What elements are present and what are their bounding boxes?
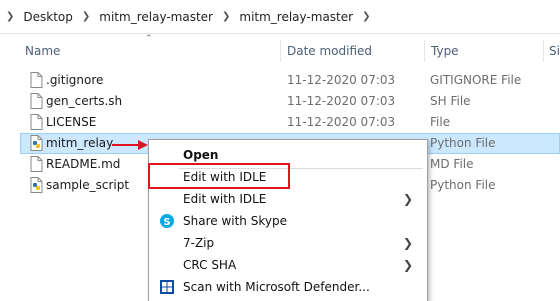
python-file-icon (30, 135, 43, 151)
breadcrumb: ❯ Desktop ❯ mitm_relay-master ❯ mitm_rel… (0, 0, 560, 34)
menu-item-crc-sha[interactable]: CRC SHA ❯ (149, 254, 427, 276)
menu-item-label: Edit with IDLE (183, 192, 267, 206)
chevron-right-icon: ❯ (402, 192, 413, 206)
file-name: README.md (46, 157, 121, 171)
skype-icon: S (160, 214, 174, 228)
file-type: File (430, 115, 451, 129)
menu-item-7zip[interactable]: 7-Zip ❯ (149, 232, 427, 254)
chevron-right-icon: ❯ (402, 236, 413, 250)
red-arrow-annotation (112, 140, 148, 150)
sort-ascending-icon: ⌃ (145, 34, 153, 44)
file-type: Python File (430, 178, 496, 192)
column-header-name[interactable]: Name (25, 40, 60, 62)
column-header-type[interactable]: Type (431, 40, 459, 62)
python-file-icon (30, 177, 43, 193)
file-name: sample_script (46, 178, 130, 192)
menu-item-share-skype[interactable]: S Share with Skype (149, 210, 427, 232)
chevron-right-icon[interactable]: ❯ (82, 11, 90, 22)
column-header-size[interactable]: Si (549, 40, 560, 62)
file-date: 11-12-2020 07:03 (287, 94, 396, 108)
file-row[interactable]: .gitignore 11-12-2020 07:03 GITIGNORE Fi… (20, 70, 560, 91)
file-date: 11-12-2020 07:03 (287, 73, 396, 87)
generic-file-icon (30, 156, 43, 172)
generic-file-icon (30, 93, 43, 109)
file-date: 11-12-2020 07:03 (287, 115, 396, 129)
svg-text:S: S (163, 217, 170, 228)
defender-shield-icon (160, 280, 174, 294)
column-divider[interactable] (424, 40, 425, 62)
column-divider[interactable] (543, 40, 544, 62)
menu-item-label: Scan with Microsoft Defender... (183, 280, 370, 294)
column-header-date-modified[interactable]: Date modified (287, 40, 372, 62)
generic-file-icon (30, 72, 43, 88)
file-name: .gitignore (46, 73, 104, 87)
file-name: gen_certs.sh (46, 94, 123, 108)
red-highlight-annotation (148, 163, 290, 189)
menu-item-label: 7-Zip (183, 236, 215, 250)
generic-file-icon (30, 114, 43, 130)
chevron-right-icon[interactable]: ❯ (362, 11, 370, 22)
file-name: mitm_relay (46, 136, 114, 150)
menu-item-edit-with-idle-submenu[interactable]: Edit with IDLE ❯ (149, 188, 427, 210)
column-divider[interactable] (280, 40, 281, 62)
chevron-right-icon: ❯ (402, 258, 413, 272)
file-row[interactable]: gen_certs.sh 11-12-2020 07:03 SH File (20, 91, 560, 112)
menu-item-label: CRC SHA (183, 258, 237, 272)
menu-item-label: Share with Skype (183, 214, 287, 228)
file-name: LICENSE (46, 115, 97, 129)
chevron-right-icon[interactable]: ❯ (222, 11, 230, 22)
menu-item-scan-defender[interactable]: Scan with Microsoft Defender... (149, 276, 427, 298)
chevron-right-icon[interactable]: ❯ (6, 11, 14, 22)
file-type: SH File (430, 94, 471, 108)
menu-item-label: Open (183, 148, 219, 162)
file-type: GITIGNORE File (430, 73, 522, 87)
breadcrumb-item-current[interactable]: mitm_relay-master (239, 10, 353, 24)
breadcrumb-item-parent[interactable]: mitm_relay-master (99, 10, 213, 24)
breadcrumb-item-desktop[interactable]: Desktop (23, 10, 73, 24)
file-type: Python File (430, 136, 496, 150)
file-type: MD File (430, 157, 474, 171)
file-row[interactable]: LICENSE 11-12-2020 07:03 File (20, 112, 560, 133)
